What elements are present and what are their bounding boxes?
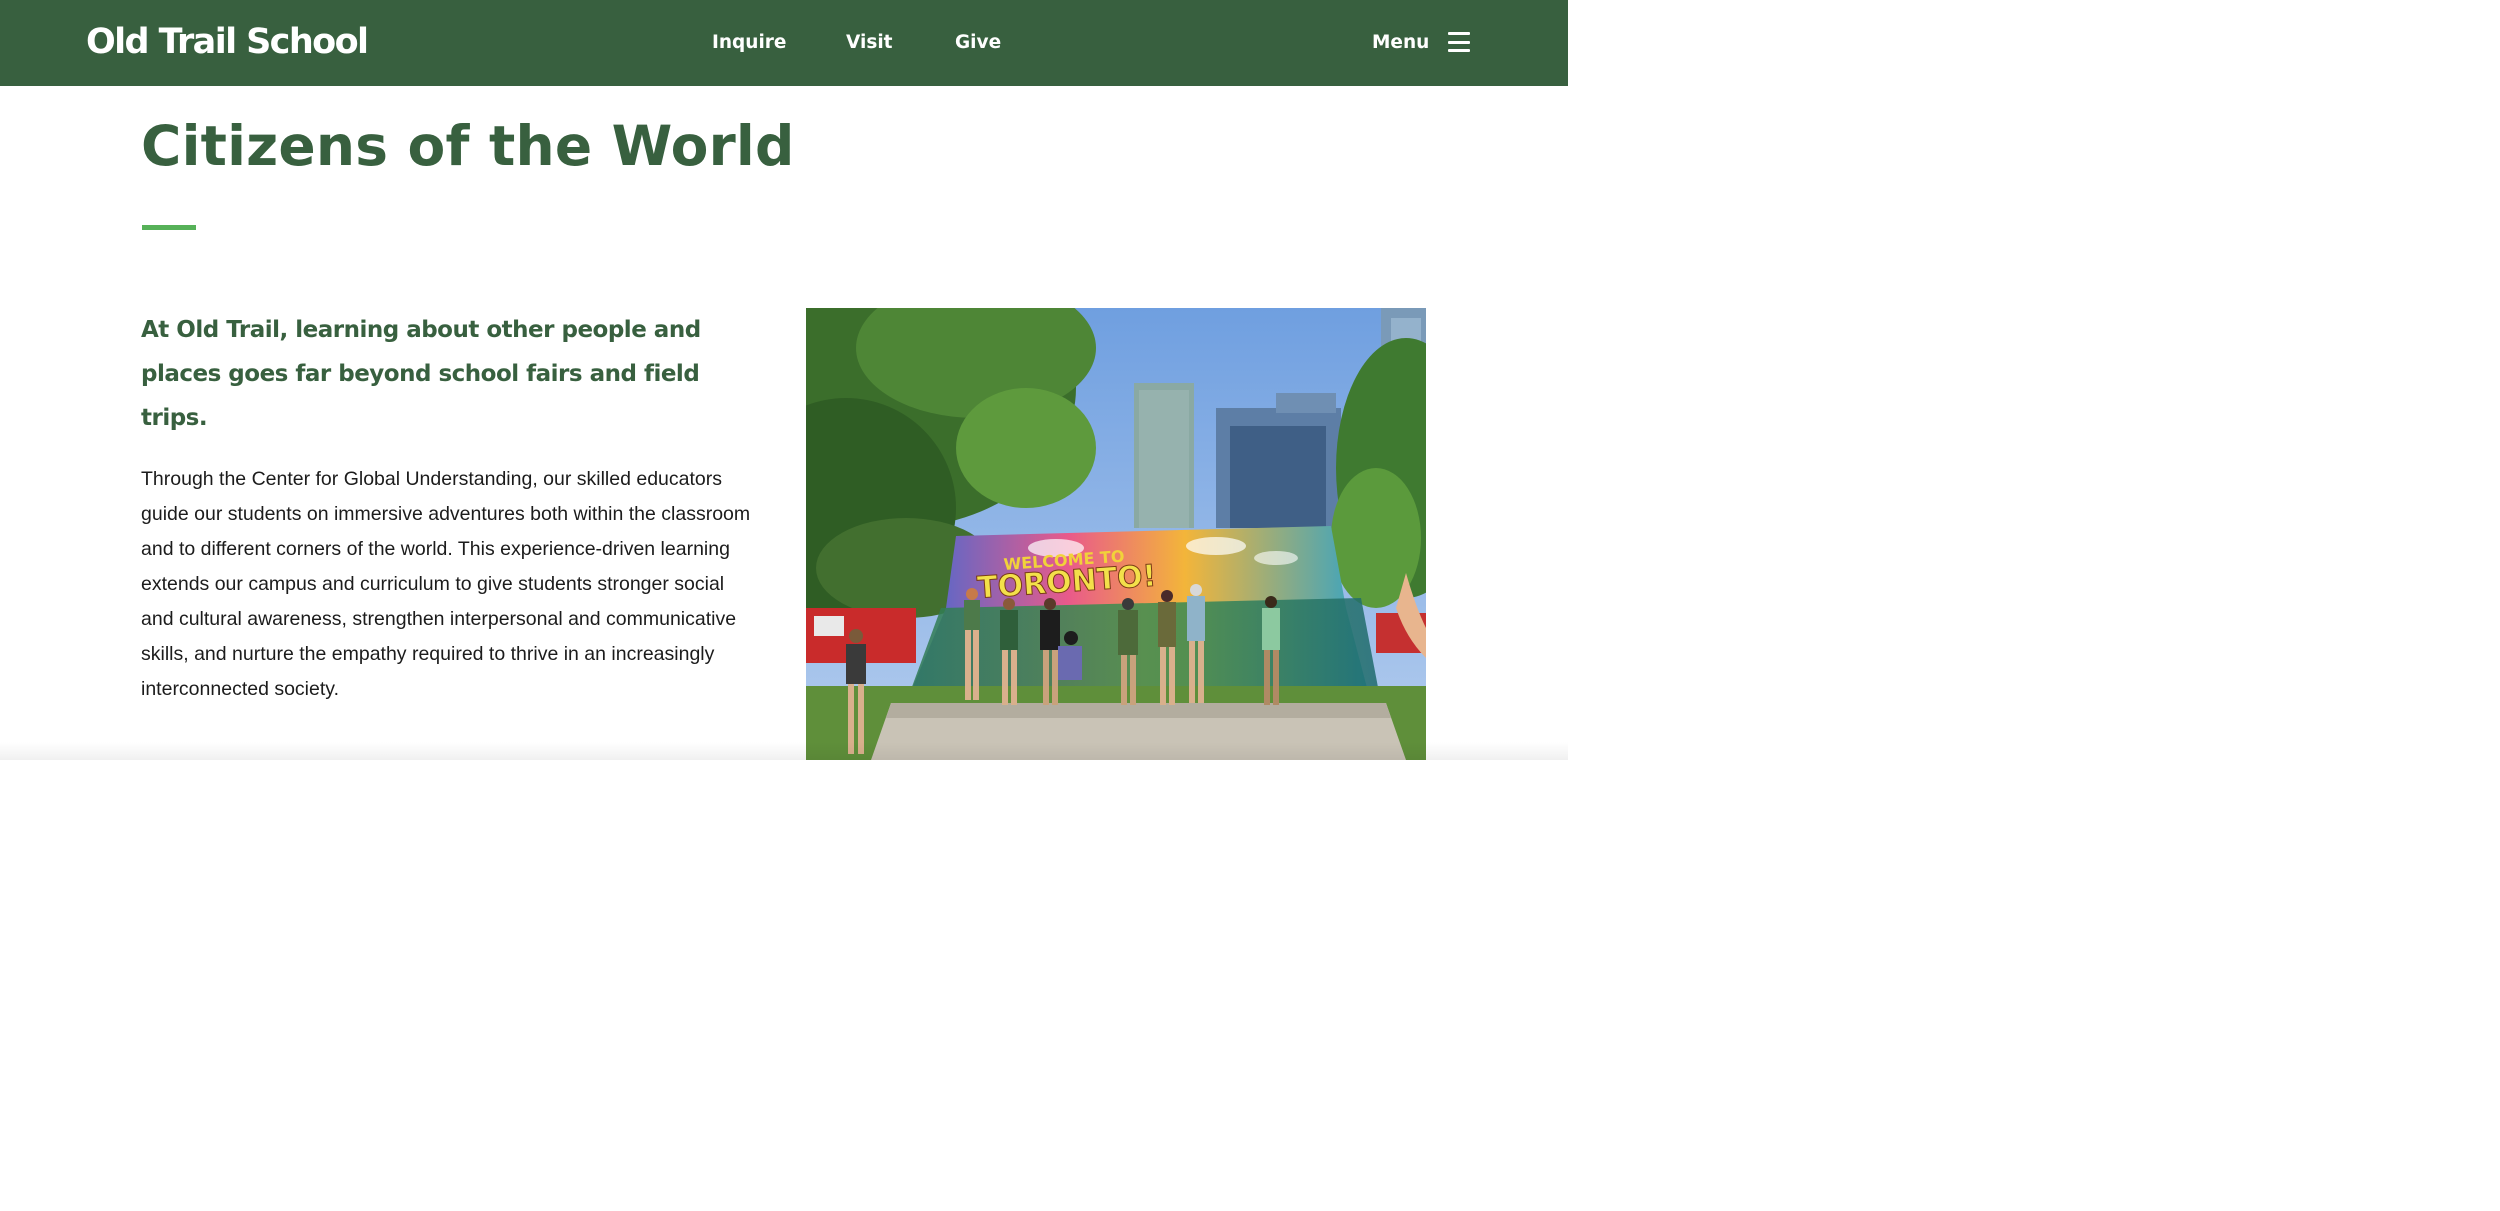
lead-paragraph: At Old Trail, learning about other peopl… (141, 317, 701, 431)
hamburger-bar (1448, 40, 1470, 44)
nav-link-give[interactable]: Give (955, 30, 1001, 56)
toronto-group-photo: WELCOME TO TORONTO! (806, 308, 1426, 760)
hamburger-icon[interactable] (1448, 32, 1470, 52)
hamburger-bar (1448, 49, 1470, 52)
nav-link-inquire[interactable]: Inquire (712, 30, 786, 56)
hamburger-bar (1448, 32, 1470, 35)
site-logo[interactable]: Old Trail School (86, 20, 369, 64)
nav-link-visit[interactable]: Visit (846, 30, 893, 56)
title-underline-divider (142, 225, 196, 230)
site-header: Old Trail School Inquire Visit Give Menu (0, 0, 1568, 86)
body-paragraph: Through the Center for Global Understand… (141, 468, 751, 700)
page-title: Citizens of the World (141, 114, 795, 178)
menu-button-label[interactable]: Menu (1372, 30, 1429, 56)
